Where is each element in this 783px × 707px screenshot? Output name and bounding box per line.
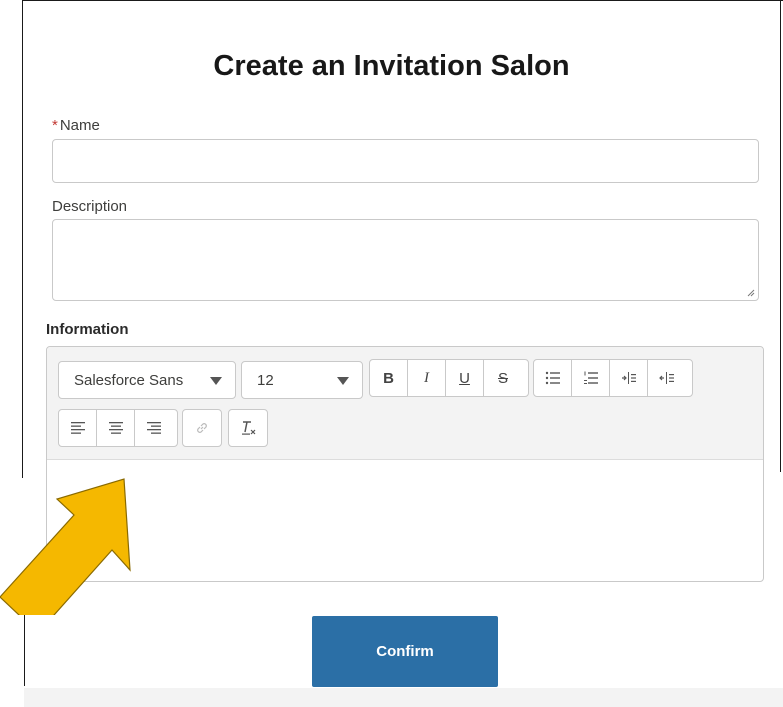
page-title: Create an Invitation Salon [213,50,570,82]
chevron-down-icon [337,377,349,385]
information-editor-area[interactable] [57,469,747,569]
information-label: Information [46,321,129,338]
rich-text-editor: Salesforce Sans 12 B I U S [46,346,764,582]
align-center-icon [108,422,123,434]
bullet-list-icon [545,371,560,385]
align-left-icon [70,422,85,434]
list-button-group [533,359,693,397]
clear-format-button[interactable] [229,410,267,446]
window-top-border [22,0,783,1]
indent-icon [621,372,636,384]
link-icon [197,423,207,433]
name-field[interactable] [52,139,759,183]
outdent-button[interactable] [648,360,686,396]
font-size-select[interactable]: 12 [241,361,363,399]
strikethrough-icon: S [497,369,508,387]
bold-button[interactable]: B [370,360,408,396]
underline-button[interactable]: U [446,360,484,396]
description-label: Description [52,198,128,215]
description-field[interactable] [52,219,759,301]
clear-format-icon [242,421,256,435]
align-center-button[interactable] [97,410,135,446]
footer-strip [24,688,783,707]
align-button-group [58,409,178,447]
required-marker: * [52,117,58,134]
format-button-group: B I U S [369,359,529,397]
confirm-button[interactable]: Confirm [312,616,498,687]
numbered-list-icon [583,371,598,384]
italic-button[interactable]: I [408,360,446,396]
numbered-list-button[interactable] [572,360,610,396]
pointer-arrow-icon [0,478,131,615]
link-button[interactable] [183,410,221,446]
outdent-icon [659,372,674,384]
bullet-list-button[interactable] [534,360,572,396]
resize-grip-icon[interactable] [747,289,755,297]
align-right-icon [147,422,161,434]
align-right-button[interactable] [135,410,173,446]
underline-icon: U [459,369,470,387]
italic-icon: I [424,369,429,386]
align-left-button[interactable] [59,410,97,446]
font-family-select[interactable]: Salesforce Sans [58,361,236,399]
strikethrough-button[interactable]: S [484,360,522,396]
link-button-group [182,409,222,447]
font-size-value: 12 [257,371,274,389]
clear-format-button-group [228,409,268,447]
name-label-text: Name [59,117,100,134]
font-family-value: Salesforce Sans [74,371,184,389]
indent-button[interactable] [610,360,648,396]
bold-icon: B [383,369,394,387]
name-label: * Name [52,117,100,134]
chevron-down-icon [210,377,222,385]
